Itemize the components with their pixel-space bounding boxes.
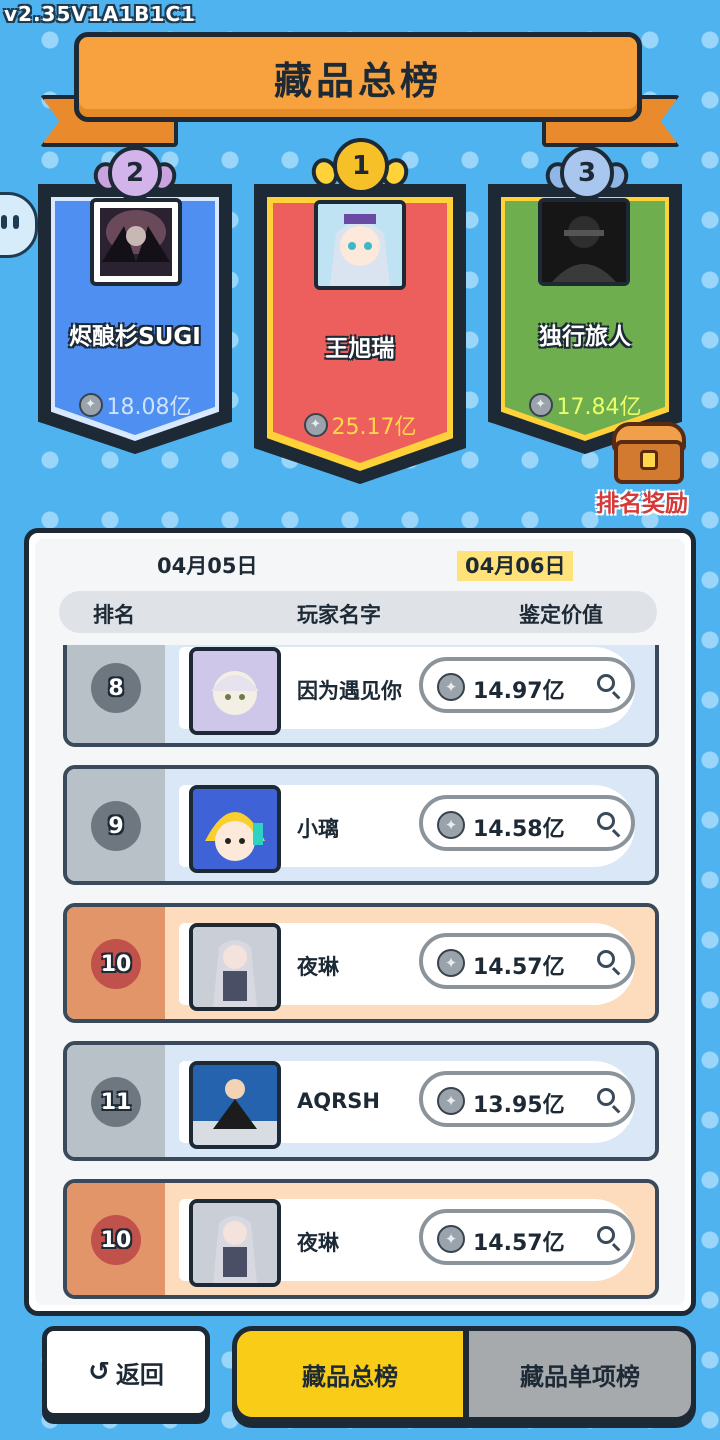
coin-icon (78, 393, 103, 417)
magnifier-icon[interactable] (597, 674, 615, 692)
avatar[interactable] (538, 198, 630, 286)
podium-name: 烬酿杉SUGI (69, 324, 201, 350)
podium-value: 17.84亿 (493, 389, 677, 421)
leaderboard-panel: 04月05日 04月06日 排名 玩家名字 鉴定价值 8 因为遇见你 14.97… (24, 528, 696, 1316)
value-pill[interactable]: 14.97亿 (419, 657, 635, 713)
table-row[interactable]: 8 因为遇见你 14.97亿 (63, 645, 659, 747)
coin-icon (528, 393, 553, 417)
podium-value: 18.08亿 (43, 389, 227, 421)
player-name: 夜琳 (297, 955, 339, 979)
podium-value-text: 18.08亿 (106, 395, 192, 420)
podium-value-text: 17.84亿 (556, 395, 642, 420)
chat-bubble-button[interactable] (0, 192, 38, 258)
player-name: AQRSH (297, 1089, 380, 1113)
value-text: 14.57亿 (473, 1231, 565, 1256)
avatar[interactable] (189, 923, 281, 1011)
back-label: 返回 (115, 1360, 164, 1389)
avatar[interactable] (90, 198, 182, 286)
ranking-reward-button[interactable]: 排名奖励 (596, 484, 688, 518)
value-text: 14.57亿 (473, 955, 565, 980)
player-name: 夜琳 (297, 1231, 339, 1255)
value-pill[interactable]: 13.95亿 (419, 1071, 635, 1127)
avatar[interactable] (189, 647, 281, 735)
magnifier-icon[interactable] (597, 1226, 615, 1244)
ranking-list[interactable]: 8 因为遇见你 14.97亿 9 小璃 14.58亿 (57, 645, 663, 1303)
player-name: 小璃 (297, 817, 339, 841)
value-text: 14.58亿 (473, 817, 565, 842)
coin-icon (303, 413, 328, 437)
avatar[interactable] (189, 1199, 281, 1287)
value-pill[interactable]: 14.58亿 (419, 795, 635, 851)
table-row[interactable]: 11 AQRSH 13.95亿 (63, 1041, 659, 1161)
version-label: v2.35V1A1B1C1 (4, 2, 196, 26)
table-row[interactable]: 10 夜琳 14.57亿 (63, 1179, 659, 1299)
avatar[interactable] (314, 200, 406, 290)
magnifier-icon[interactable] (597, 1088, 615, 1106)
value-pill[interactable]: 14.57亿 (419, 933, 635, 989)
podium-value: 25.17亿 (259, 409, 461, 441)
magnifier-icon[interactable] (597, 950, 615, 968)
value-text: 13.95亿 (473, 1093, 565, 1118)
date-tab-prev[interactable]: 04月05日 (149, 551, 265, 581)
table-row[interactable]: 10 夜琳 14.57亿 (63, 903, 659, 1023)
coin-icon (437, 673, 465, 701)
column-rank: 排名 (93, 603, 135, 627)
value-pill[interactable]: 14.57亿 (419, 1209, 635, 1265)
value-text: 14.97亿 (473, 679, 565, 704)
rank-1-medal-icon: 1 (333, 138, 389, 194)
page-title: 藏品总榜 (74, 32, 642, 122)
rank-3-medal-icon: 3 (560, 146, 614, 200)
rank-badge: 11 (91, 1077, 141, 1127)
rank-badge: 9 (91, 801, 141, 851)
tab-total-ranking[interactable]: 藏品总榜 (237, 1331, 463, 1417)
ranking-tabs: 藏品总榜 藏品单项榜 (232, 1326, 696, 1422)
coin-icon (437, 811, 465, 839)
column-header: 排名 玩家名字 鉴定价值 (59, 591, 657, 633)
eye-icon (13, 215, 19, 229)
podium-name: 王旭瑞 (325, 336, 395, 362)
column-value: 鉴定价值 (519, 603, 603, 627)
podium-value-text: 25.17亿 (331, 415, 417, 440)
rank-badge: 8 (91, 663, 141, 713)
magnifier-icon[interactable] (597, 812, 615, 830)
eye-icon (1, 215, 7, 229)
coin-icon (437, 949, 465, 977)
back-arrow-icon: ↺ (88, 1357, 110, 1387)
player-name: 因为遇见你 (297, 679, 402, 703)
coin-icon (437, 1087, 465, 1115)
avatar[interactable] (189, 785, 281, 873)
avatar[interactable] (189, 1061, 281, 1149)
coin-icon (437, 1225, 465, 1253)
treasure-chest-icon[interactable] (610, 422, 688, 486)
table-row[interactable]: 9 小璃 14.58亿 (63, 765, 659, 885)
back-button[interactable]: ↺ 返回 (42, 1326, 210, 1418)
column-player: 玩家名字 (297, 603, 381, 627)
rank-badge: 10 (91, 1215, 141, 1265)
date-tab-current[interactable]: 04月06日 (457, 551, 574, 581)
tab-single-ranking[interactable]: 藏品单项榜 (469, 1331, 691, 1417)
rank-badge: 10 (91, 939, 141, 989)
podium-name: 独行旅人 (539, 324, 631, 350)
rank-2-medal-icon: 2 (108, 146, 162, 200)
